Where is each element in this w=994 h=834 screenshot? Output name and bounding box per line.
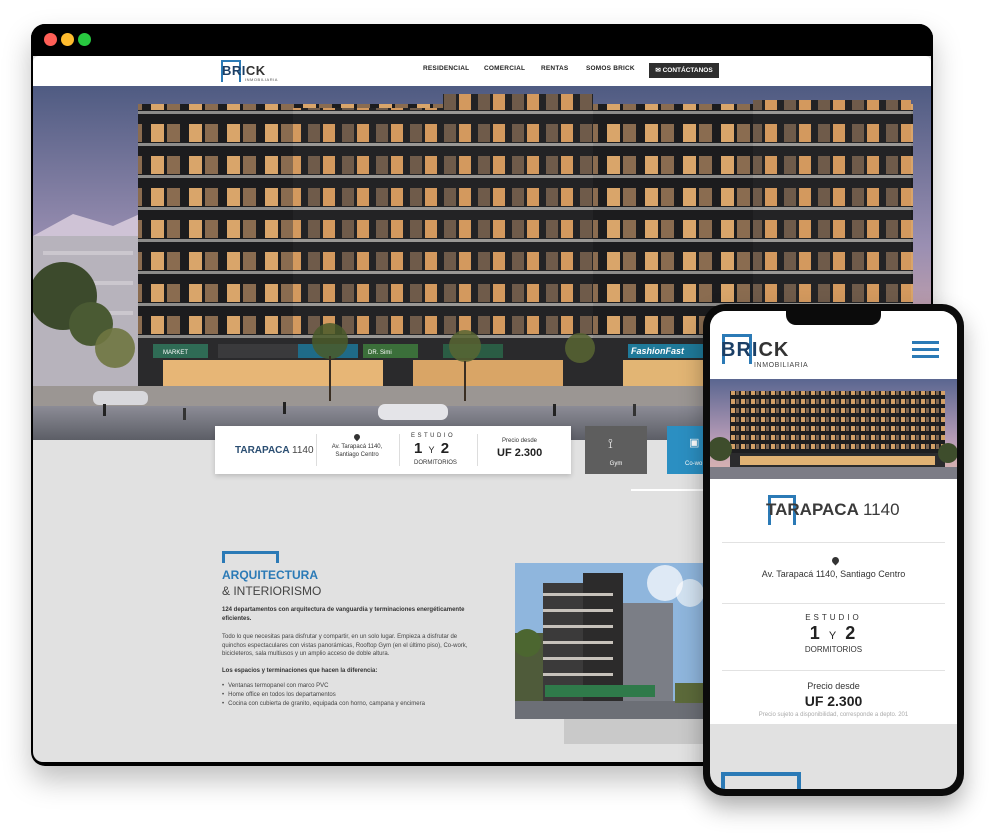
logo-subtitle: INMOBILIARIA xyxy=(245,77,278,82)
features-list-title: Los espacios y terminaciones que hacen l… xyxy=(222,668,378,674)
divider xyxy=(399,434,400,466)
sign-market: MARKET xyxy=(163,350,188,356)
mobile-bedrooms-count: 1 Y 2 xyxy=(809,623,858,643)
nav-rentas[interactable]: RENTAS xyxy=(541,65,568,72)
list-item: Home office en todos los departamentos xyxy=(228,691,425,700)
mobile-hero-image xyxy=(710,379,957,479)
sign-drsimi: DR. Simi xyxy=(368,350,392,356)
architecture-body: Todo lo que necesitas para disfrutar y c… xyxy=(222,634,468,657)
mobile-project-name: TARAPACA xyxy=(766,500,859,519)
hamburger-icon[interactable] xyxy=(912,341,939,358)
features-list: Ventanas termopanel con marco PVC Home o… xyxy=(228,682,425,709)
divider xyxy=(722,542,945,543)
divider xyxy=(477,434,478,466)
logo-word-left: BRI xyxy=(222,63,246,78)
list-item: Ventanas termopanel con marco PVC xyxy=(228,682,425,691)
mockup-stage: BRICK INMOBILIARIA RESIDENCIAL COMERCIAL… xyxy=(0,0,994,834)
amenity-gym-tile[interactable]: ⟟ Gym xyxy=(585,426,647,474)
maximize-window-button[interactable] xyxy=(78,33,91,46)
logo-word-right: CK xyxy=(245,63,266,78)
mobile-address: Av. Tarapacá 1140, Santiago Centro xyxy=(761,569,906,579)
project-number: 1140 xyxy=(292,445,314,456)
price-value: UF 2.300 xyxy=(497,447,543,459)
mobile-price-value: UF 2.300 xyxy=(804,693,863,709)
mobile-project-number: 1140 xyxy=(862,500,900,519)
project-name: TARAPACA xyxy=(235,445,290,456)
estudio-label: ESTUDIO xyxy=(411,433,456,439)
list-item: Cocina con cubierta de granito, equipada… xyxy=(228,700,425,709)
mobile-logo[interactable]: BRICK xyxy=(721,339,789,362)
architecture-lead: 124 departamentos con arquitectura de va… xyxy=(222,607,465,622)
amenity-gym-label: Gym xyxy=(609,461,623,467)
mobile-logo-subtitle: INMOBILIARIA xyxy=(754,362,809,369)
mobile-price-note: Precio sujeto a disponibilidad, correspo… xyxy=(758,712,909,718)
mobile-price-label: Precio desde xyxy=(807,681,860,691)
browser-title-bar xyxy=(31,24,933,56)
price-label: Precio desde xyxy=(502,438,538,444)
amenity-cowork-label: Co-wo xyxy=(685,461,703,467)
nav-comercial[interactable]: COMERCIAL xyxy=(484,65,525,72)
section-bracket-icon xyxy=(721,772,801,789)
location-pin-icon xyxy=(352,432,362,442)
contact-button[interactable]: ✉ CONTÁCTANOS xyxy=(649,63,719,78)
minimize-window-button[interactable] xyxy=(61,33,74,46)
location-pin-icon xyxy=(830,555,841,566)
close-window-button[interactable] xyxy=(44,33,57,46)
divider xyxy=(722,603,945,604)
architecture-photo xyxy=(515,563,715,719)
phone-notch xyxy=(786,311,881,325)
mobile-estudio-label: ESTUDIO xyxy=(805,613,862,622)
architecture-title: ARQUITECTURA xyxy=(222,568,318,582)
mobile-viewport: BRICK INMOBILIARIA TARAPACA 1140 Av. Tar… xyxy=(710,311,957,789)
divider xyxy=(722,670,945,671)
nav-residencial[interactable]: RESIDENCIAL xyxy=(423,65,469,72)
architecture-subtitle: & INTERIORISMO xyxy=(222,584,322,598)
sign-fashionfast: FashionFast xyxy=(631,346,685,356)
project-info-card: TARAPACA 1140 Av. Tarapacá 1140, Santiag… xyxy=(215,426,571,474)
dormitorios-label: DORMITORIOS xyxy=(414,460,457,466)
cowork-icon: ▣ xyxy=(689,437,700,449)
bedrooms-count: 1 Y 2 xyxy=(414,440,451,457)
dumbbell-icon: ⟟ xyxy=(608,436,613,451)
mobile-dormitorios-label: DORMITORIOS xyxy=(804,645,863,654)
nav-somos-brick[interactable]: SOMOS BRICK xyxy=(586,65,635,72)
mobile-phone-frame: BRICK INMOBILIARIA TARAPACA 1140 Av. Tar… xyxy=(703,304,964,796)
brick-logo[interactable]: BRICK INMOBILIARIA xyxy=(221,59,285,83)
divider xyxy=(316,434,317,466)
site-header: BRICK INMOBILIARIA RESIDENCIAL COMERCIAL… xyxy=(33,56,931,86)
section-bracket-icon xyxy=(222,551,279,563)
project-address: Av. Tarapacá 1140, Santiago Centro xyxy=(331,444,383,458)
mobile-project-card: TARAPACA 1140 Av. Tarapacá 1140, Santiag… xyxy=(710,479,957,724)
